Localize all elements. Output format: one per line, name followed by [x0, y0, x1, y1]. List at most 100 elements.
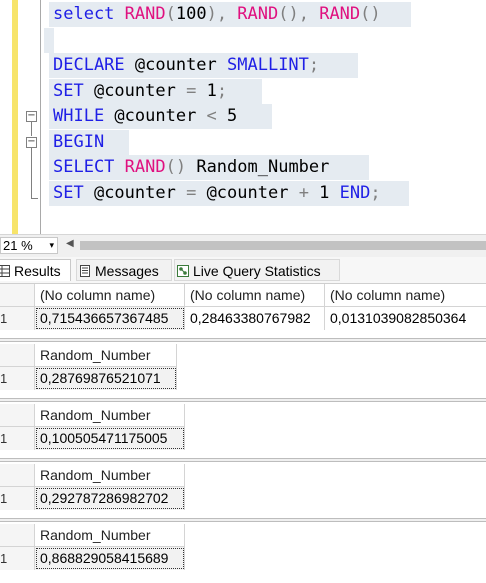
- tab-messages[interactable]: Messages: [76, 259, 172, 281]
- code-token: (): [360, 4, 381, 24]
- collapse-icon[interactable]: −: [26, 137, 37, 148]
- code-token: ;: [216, 81, 228, 101]
- result-grid[interactable]: (No column name) (No column name) (No co…: [0, 284, 486, 336]
- grid-cell[interactable]: 0,292787286982702: [35, 487, 185, 510]
- column-header[interactable]: (No column name): [185, 284, 325, 307]
- grid-splitter[interactable]: [0, 458, 486, 462]
- code-token: RAND: [124, 4, 166, 24]
- row-header[interactable]: 1: [0, 487, 35, 510]
- grid-corner[interactable]: [0, 404, 35, 427]
- code-token: END: [339, 183, 371, 203]
- grid-cell[interactable]: 0,868829058415689: [35, 547, 185, 570]
- tab-results[interactable]: Results: [0, 259, 71, 281]
- column-header[interactable]: (No column name): [35, 284, 185, 307]
- grid-corner[interactable]: [0, 344, 35, 367]
- chevron-down-icon[interactable]: ▾: [49, 238, 54, 253]
- live-stats-icon: [177, 265, 189, 277]
- code-token: WHILE: [53, 106, 115, 126]
- horizontal-scrollbar[interactable]: [80, 241, 486, 250]
- fold-guide: [31, 198, 38, 199]
- code-token: ),: [206, 4, 238, 24]
- column-header[interactable]: Random_Number: [35, 344, 177, 367]
- grid-splitter[interactable]: [0, 398, 486, 402]
- code-line[interactable]: BEGIN: [53, 130, 104, 154]
- collapse-icon[interactable]: −: [26, 111, 37, 122]
- results-tabstrip: Results Messages Live Query Statistics: [0, 257, 486, 284]
- code-token: ;: [308, 55, 320, 75]
- column-header[interactable]: Random_Number: [35, 404, 185, 427]
- code-line[interactable]: WHILE @counter < 5: [53, 104, 237, 128]
- code-token: SET: [53, 183, 94, 203]
- code-token: @counter: [134, 55, 228, 75]
- code-token: 5: [227, 106, 238, 126]
- code-token: (): [165, 157, 197, 177]
- code-token: @counter: [93, 81, 187, 101]
- column-header[interactable]: Random_Number: [35, 464, 185, 487]
- fold-guide: [31, 148, 32, 198]
- grid-corner[interactable]: [0, 464, 35, 487]
- code-token: @counter: [114, 106, 207, 126]
- tab-messages-label: Messages: [95, 263, 159, 279]
- code-token: RAND: [237, 4, 279, 24]
- code-token: (: [165, 4, 176, 24]
- grid-cell[interactable]: 0,100505471175005: [35, 427, 185, 450]
- code-token: 1: [319, 183, 340, 203]
- tab-live-query-statistics[interactable]: Live Query Statistics: [174, 259, 340, 281]
- change-marker-bar: [12, 0, 18, 234]
- code-token: 1: [206, 81, 217, 101]
- code-token: RAND: [319, 4, 361, 24]
- row-header[interactable]: 1: [0, 367, 35, 390]
- zoom-value: 21 %: [3, 238, 33, 253]
- tab-results-label: Results: [14, 263, 61, 279]
- code-token: 100: [175, 4, 207, 24]
- code-token: select: [53, 4, 125, 24]
- result-grid[interactable]: Random_Number 1 0,292787286982702: [0, 464, 486, 516]
- gutter-divider: [40, 0, 41, 234]
- code-line[interactable]: select RAND(100), RAND(), RAND(): [53, 2, 381, 26]
- grid-corner[interactable]: [0, 524, 35, 547]
- code-token: SELECT: [53, 157, 125, 177]
- code-token: <: [206, 106, 228, 126]
- code-token: ;: [370, 183, 381, 203]
- grid-cell[interactable]: 0,715436657367485: [35, 307, 185, 330]
- result-grid[interactable]: Random_Number 1 0,28769876521071: [0, 344, 486, 396]
- code-token: +: [298, 183, 320, 203]
- zoom-select[interactable]: 21 % ▾: [0, 237, 58, 254]
- result-grid[interactable]: Random_Number 1 0,100505471175005: [0, 404, 486, 456]
- code-line[interactable]: DECLARE @counter SMALLINT;: [53, 53, 319, 77]
- grid-splitter[interactable]: [0, 338, 486, 342]
- zoom-scroll-bar: 21 % ▾ ◀: [0, 234, 486, 257]
- row-header[interactable]: 1: [0, 547, 35, 570]
- code-token: @counter: [93, 183, 187, 203]
- code-token: =: [186, 81, 207, 101]
- code-token: =: [186, 183, 207, 203]
- column-header[interactable]: Random_Number: [35, 524, 185, 547]
- fold-guide: [31, 122, 32, 136]
- row-header[interactable]: 1: [0, 307, 35, 330]
- column-header[interactable]: (No column name): [325, 284, 486, 307]
- code-token: DECLARE: [53, 55, 135, 75]
- messages-icon: [79, 265, 91, 277]
- grid-cell[interactable]: 0,0131039082850364: [325, 307, 486, 330]
- grid-splitter[interactable]: [0, 518, 486, 522]
- code-token: @counter: [206, 183, 299, 203]
- selection-band: [44, 28, 54, 53]
- grid-cell[interactable]: 0,28463380767982: [185, 307, 325, 330]
- code-token: SMALLINT: [227, 55, 309, 75]
- result-grid[interactable]: Random_Number 1 0,868829058415689: [0, 524, 486, 576]
- code-line[interactable]: SELECT RAND() Random_Number: [53, 155, 329, 179]
- query-editor[interactable]: − − select RAND(100), RAND(), RAND() DEC…: [0, 0, 486, 234]
- code-token: BEGIN: [53, 132, 105, 152]
- code-token: SET: [53, 81, 94, 101]
- code-token: RAND: [124, 157, 166, 177]
- code-line[interactable]: SET @counter = @counter + 1 END;: [53, 181, 381, 205]
- row-header[interactable]: 1: [0, 427, 35, 450]
- code-line[interactable]: SET @counter = 1;: [53, 79, 227, 103]
- tab-live-label: Live Query Statistics: [193, 263, 321, 279]
- grid-corner[interactable]: [0, 284, 35, 307]
- grid-icon: [0, 265, 10, 277]
- grid-cell[interactable]: 0,28769876521071: [35, 367, 177, 390]
- scroll-left-icon[interactable]: ◀: [66, 238, 74, 249]
- code-token: Random_Number: [196, 157, 330, 177]
- code-token: (),: [278, 4, 320, 24]
